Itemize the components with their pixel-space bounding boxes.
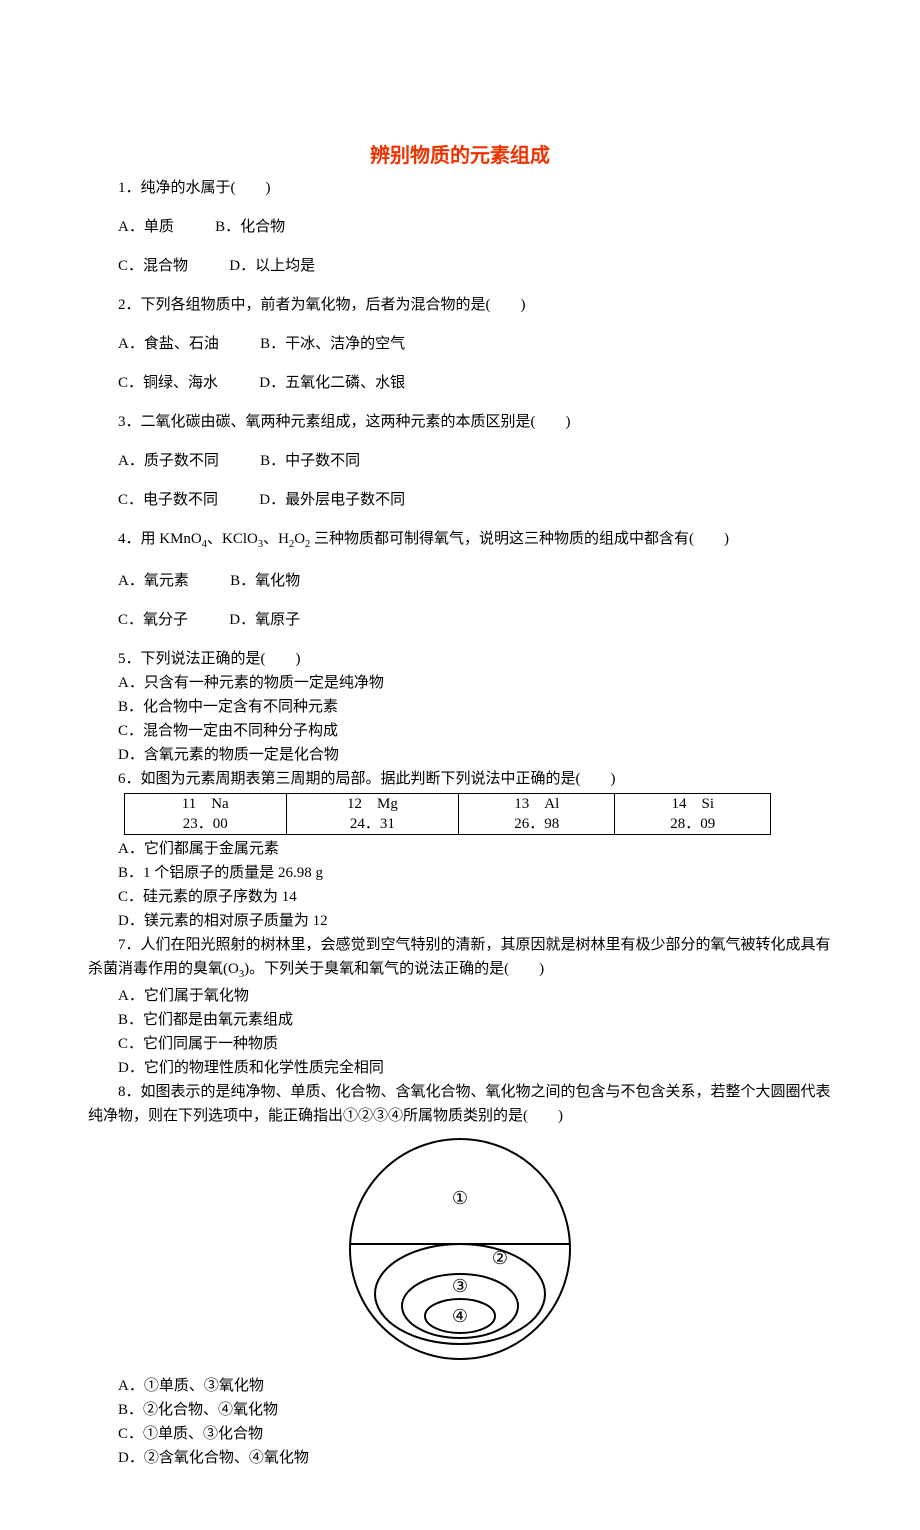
venn-diagram: ① ② ③ ④ xyxy=(320,1134,600,1372)
q4-t4: O xyxy=(294,531,305,547)
q5-d: D．含氧元素的物质一定是化合物 xyxy=(88,743,832,767)
q8-b: B．②化合物、④氧化物 xyxy=(88,1398,832,1422)
cell-al: 13 Al 26．98 xyxy=(459,793,615,835)
q1-stem: 1．纯净的水属于( ) xyxy=(88,176,832,200)
cell-top: 11 Na xyxy=(129,794,282,814)
q7-stem: 7．人们在阳光照射的树林里，会感觉到空气特别的清新，其原因就是树林里有极少部分的… xyxy=(88,933,832,984)
q3-stem: 3．二氧化碳由碳、氧两种元素组成，这两种元素的本质区别是( ) xyxy=(88,410,832,434)
periodic-table-snippet: 11 Na 23．00 12 Mg 24．31 13 Al 26．98 14 S… xyxy=(124,793,771,836)
q5-a: A．只含有一种元素的物质一定是纯净物 xyxy=(88,671,832,695)
venn-label-2: ② xyxy=(492,1248,508,1268)
cell-top: 14 Si xyxy=(619,794,766,814)
q3-d: D．最外层电子数不同 xyxy=(259,492,405,508)
q4-opts-row2: C．氧分子 D．氧原子 xyxy=(88,608,832,632)
q2-c: C．铜绿、海水 xyxy=(118,375,218,391)
q4-d: D．氧原子 xyxy=(229,612,300,628)
q5-stem: 5．下列说法正确的是( ) xyxy=(88,647,832,671)
venn-label-4: ④ xyxy=(452,1306,468,1326)
cell-bot: 23．00 xyxy=(129,814,282,834)
q2-stem: 2．下列各组物质中，前者为氧化物，后者为混合物的是( ) xyxy=(88,293,832,317)
q4-t1: 4．用 KMnO xyxy=(118,531,202,547)
q6-d: D．镁元素的相对原子质量为 12 xyxy=(88,909,832,933)
cell-si: 14 Si 28．09 xyxy=(615,793,771,835)
q5-c: C．混合物一定由不同种分子构成 xyxy=(88,719,832,743)
cell-mg: 12 Mg 24．31 xyxy=(286,793,459,835)
q1-a: A．单质 xyxy=(118,219,174,235)
venn-label-3: ③ xyxy=(452,1276,468,1296)
cell-bot: 24．31 xyxy=(291,814,455,834)
q1-b: B．化合物 xyxy=(215,219,285,235)
cell-bot: 28．09 xyxy=(619,814,766,834)
q2-b: B．干冰、洁净的空气 xyxy=(260,336,405,352)
q4-opts-row1: A．氧元素 B．氧化物 xyxy=(88,569,832,593)
page-title: 辨别物质的元素组成 xyxy=(88,140,832,172)
cell-bot: 26．98 xyxy=(463,814,610,834)
q7-a: A．它们属于氧化物 xyxy=(88,984,832,1008)
q4-stem: 4．用 KMnO4、KClO3、H2O2 三种物质都可制得氧气，说明这三种物质的… xyxy=(88,527,832,554)
q2-d: D．五氧化二磷、水银 xyxy=(259,375,405,391)
q6-c: C．硅元素的原子序数为 14 xyxy=(88,885,832,909)
q2-opts-row2: C．铜绿、海水 D．五氧化二磷、水银 xyxy=(88,371,832,395)
q1-opts-row2: C．混合物 D．以上均是 xyxy=(88,254,832,278)
q2-a: A．食盐、石油 xyxy=(118,336,219,352)
q4-b: B．氧化物 xyxy=(230,573,300,589)
q4-c: C．氧分子 xyxy=(118,612,188,628)
q3-opts-row2: C．电子数不同 D．最外层电子数不同 xyxy=(88,488,832,512)
q8-c: C．①单质、③化合物 xyxy=(88,1422,832,1446)
q4-a: A．氧元素 xyxy=(118,573,189,589)
q8-d: D．②含氧化合物、④氧化物 xyxy=(88,1446,832,1470)
q7-b: B．它们都是由氧元素组成 xyxy=(88,1008,832,1032)
q6-stem: 6．如图为元素周期表第三周期的局部。据此判断下列说法中正确的是( ) xyxy=(88,767,832,791)
cell-na: 11 Na 23．00 xyxy=(125,793,287,835)
q4-t5: 三种物质都可制得氧气，说明这三种物质的组成中都含有( ) xyxy=(310,531,729,547)
q5-b: B．化合物中一定含有不同种元素 xyxy=(88,695,832,719)
q8-a: A．①单质、③氧化物 xyxy=(88,1374,832,1398)
q7-c: C．它们同属于一种物质 xyxy=(88,1032,832,1056)
q7-d: D．它们的物理性质和化学性质完全相同 xyxy=(88,1056,832,1080)
q6-a: A．它们都属于金属元素 xyxy=(88,837,832,861)
q6-b: B．1 个铝原子的质量是 26.98 g xyxy=(88,861,832,885)
q3-c: C．电子数不同 xyxy=(118,492,218,508)
q8-stem: 8．如图表示的是纯净物、单质、化合物、含氧化合物、氧化物之间的包含与不包含关系，… xyxy=(88,1080,832,1128)
cell-top: 13 Al xyxy=(463,794,610,814)
cell-top: 12 Mg xyxy=(291,794,455,814)
q3-opts-row1: A．质子数不同 B．中子数不同 xyxy=(88,449,832,473)
q2-opts-row1: A．食盐、石油 B．干冰、洁净的空气 xyxy=(88,332,832,356)
q3-a: A．质子数不同 xyxy=(118,453,219,469)
q7-t2: )。下列关于臭氧和氧气的说法正确的是( ) xyxy=(244,961,544,977)
q1-c: C．混合物 xyxy=(118,258,188,274)
table-row: 11 Na 23．00 12 Mg 24．31 13 Al 26．98 14 S… xyxy=(125,793,771,835)
q4-t3: 、H xyxy=(263,531,289,547)
q1-opts-row1: A．单质 B．化合物 xyxy=(88,215,832,239)
q4-t2: 、KClO xyxy=(207,531,258,547)
q3-b: B．中子数不同 xyxy=(260,453,360,469)
q1-d: D．以上均是 xyxy=(229,258,315,274)
venn-label-1: ① xyxy=(452,1188,468,1208)
